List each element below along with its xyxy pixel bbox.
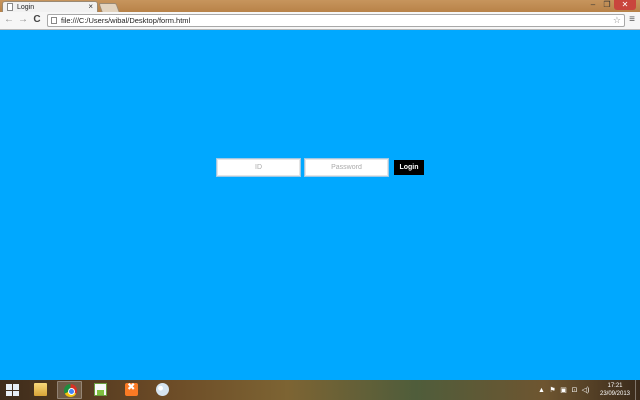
new-tab-button[interactable] <box>98 3 120 12</box>
id-input[interactable] <box>216 158 301 177</box>
taskbar: ▲ ⚑ ▣ ⊡ ◁) 17:21 23/09/2013 <box>0 380 640 400</box>
tab-title: Login <box>17 3 35 11</box>
file-explorer-button[interactable] <box>28 381 53 399</box>
page-icon <box>7 3 13 11</box>
address-bar-url[interactable]: file:///C:/Users/wibal/Desktop/form.html <box>61 16 190 25</box>
clock-date: 23/09/2013 <box>599 391 631 397</box>
display-icon[interactable]: ⊡ <box>569 386 580 394</box>
paint-button[interactable] <box>150 381 175 399</box>
taskbar-clock[interactable]: 17:21 23/09/2013 <box>595 382 635 398</box>
minimize-button[interactable]: – <box>586 0 600 10</box>
chrome-button[interactable] <box>57 381 82 399</box>
notepad-icon <box>94 383 107 396</box>
page-content: Login <box>0 30 640 380</box>
reload-button[interactable]: C <box>31 14 43 26</box>
system-tray: ▲ ⚑ ▣ ⊡ ◁) 17:21 23/09/2013 <box>536 380 640 400</box>
restore-button[interactable]: ❐ <box>600 0 614 10</box>
tab-close-icon[interactable]: × <box>88 2 93 12</box>
volume-icon[interactable]: ◁) <box>580 386 591 394</box>
password-input[interactable] <box>304 158 389 177</box>
close-window-button[interactable]: ✕ <box>614 0 636 10</box>
window-controls: – ❐ ✕ <box>586 0 636 10</box>
notepad-button[interactable] <box>88 381 113 399</box>
bookmark-star-icon[interactable]: ☆ <box>613 15 621 26</box>
login-form: Login <box>216 158 424 177</box>
back-button[interactable]: ← <box>3 14 15 26</box>
start-button[interactable] <box>6 384 19 396</box>
file-explorer-icon <box>34 383 47 396</box>
address-bar[interactable]: file:///C:/Users/wibal/Desktop/form.html… <box>47 14 625 27</box>
browser-titlebar: Login × – ❐ ✕ <box>0 0 640 12</box>
chrome-icon <box>64 384 77 397</box>
windows-logo-icon <box>6 384 12 390</box>
action-center-flag-icon[interactable]: ⚑ <box>547 386 558 394</box>
login-button[interactable]: Login <box>394 160 424 175</box>
show-hidden-icons-icon[interactable]: ▲ <box>536 387 547 394</box>
file-icon <box>51 17 57 24</box>
paint-icon <box>156 383 169 396</box>
show-desktop-button[interactable] <box>635 380 640 400</box>
xampp-icon <box>125 382 138 396</box>
chrome-menu-icon[interactable]: ≡ <box>627 14 637 26</box>
network-icon[interactable]: ▣ <box>558 386 569 394</box>
clock-time: 17:21 <box>607 383 623 389</box>
tab-login[interactable]: Login × <box>2 1 98 12</box>
xampp-button[interactable] <box>119 381 144 399</box>
forward-button[interactable]: → <box>17 14 29 26</box>
browser-toolbar: ← → C file:///C:/Users/wibal/Desktop/for… <box>0 12 640 30</box>
